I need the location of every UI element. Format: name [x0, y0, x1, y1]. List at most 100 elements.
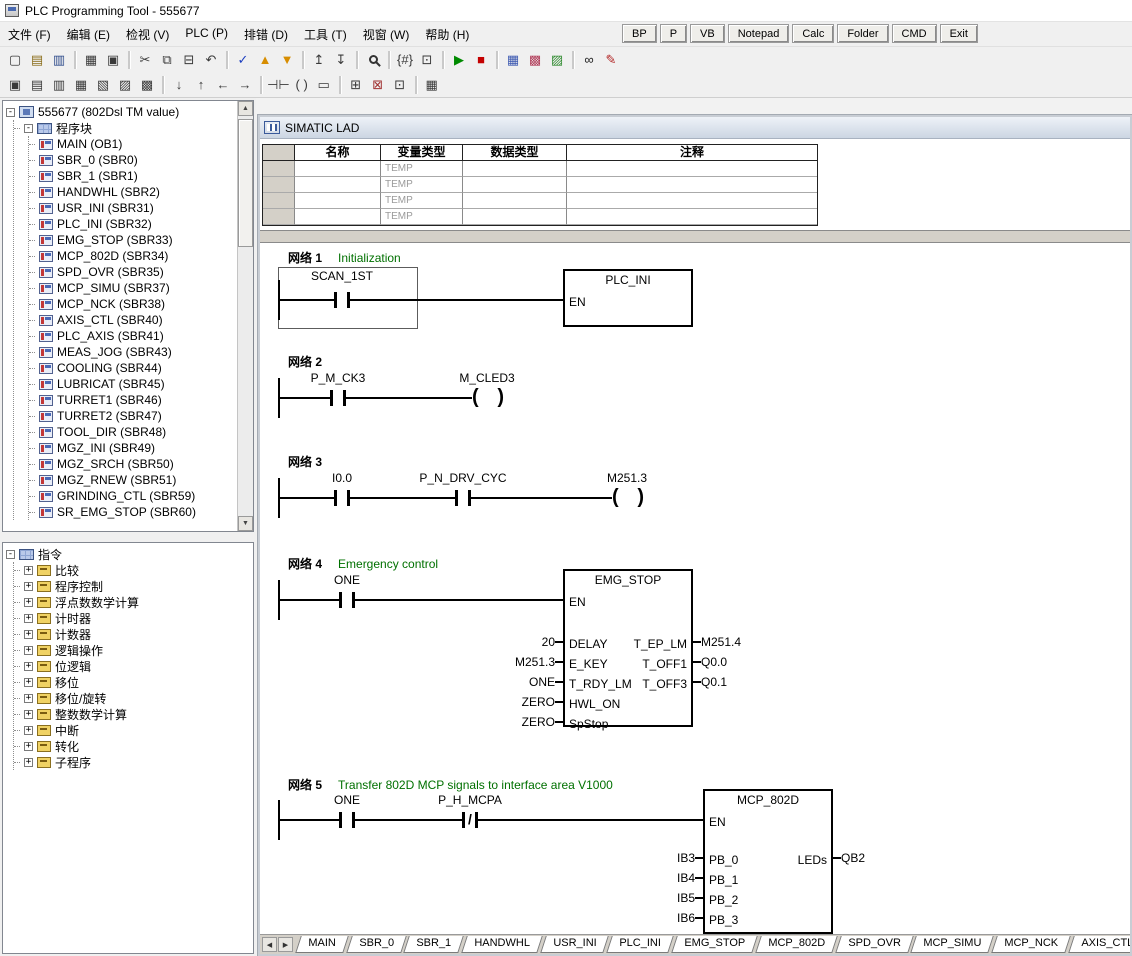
- output-operand[interactable]: Q0.1: [701, 672, 841, 692]
- negated-contact-operand[interactable]: P_H_MCPA: [410, 793, 530, 807]
- input-operand[interactable]: ZERO: [415, 712, 555, 732]
- expand-toggle[interactable]: +: [24, 614, 33, 623]
- symbol-table-icon[interactable]: ▥: [48, 75, 70, 95]
- input-operand[interactable]: IB4: [555, 868, 695, 888]
- menu-item[interactable]: 排错 (D): [236, 23, 296, 46]
- insert-coil-icon[interactable]: ( ): [291, 75, 313, 95]
- menu-item[interactable]: 视窗 (W): [355, 23, 418, 46]
- program-tab[interactable]: SBR_1: [404, 936, 464, 953]
- input-operand[interactable]: ZERO: [415, 692, 555, 712]
- project-tree-scrollbar[interactable]: ▲ ▼: [237, 101, 253, 531]
- quick-launch-button[interactable]: P: [660, 24, 687, 43]
- tree-item-project-root[interactable]: - 555677 (802Dsl TM value): [6, 104, 239, 120]
- sort-descending-icon[interactable]: ↧: [330, 50, 352, 70]
- tree-item-block[interactable]: MEAS_JOG (SBR43): [29, 344, 239, 360]
- tree-item-block[interactable]: HANDWHL (SBR2): [29, 184, 239, 200]
- symbol-info-icon[interactable]: ⊡: [416, 50, 438, 70]
- input-operand[interactable]: 20: [415, 632, 555, 652]
- tree-item-block[interactable]: MAIN (OB1): [29, 136, 239, 152]
- coil[interactable]: [612, 486, 644, 510]
- paste-icon[interactable]: ⊟: [178, 50, 200, 70]
- ladder-status-icon[interactable]: ▦: [502, 50, 524, 70]
- quick-launch-button[interactable]: Calc: [792, 24, 834, 43]
- quick-launch-button[interactable]: VB: [690, 24, 725, 43]
- name-cell[interactable]: [295, 193, 381, 209]
- tree-item-block[interactable]: GRINDING_CTL (SBR59): [29, 488, 239, 504]
- tabs-scroll-right-icon[interactable]: ▶: [278, 937, 293, 952]
- data-status-icon[interactable]: ▨: [546, 50, 568, 70]
- tree-item-block[interactable]: SBR_1 (SBR1): [29, 168, 239, 184]
- menu-item[interactable]: 工具 (T): [296, 23, 355, 46]
- expand-toggle[interactable]: +: [24, 598, 33, 607]
- menu-item[interactable]: PLC (P): [177, 23, 236, 46]
- expand-toggle[interactable]: +: [24, 742, 33, 751]
- coil-operand[interactable]: M_CLED3: [427, 371, 547, 385]
- cut-icon[interactable]: ✂: [134, 50, 156, 70]
- address-icon[interactable]: {#}: [394, 50, 416, 70]
- tree-item-block[interactable]: LUBRICAT (SBR45): [29, 376, 239, 392]
- menu-item[interactable]: 检视 (V): [118, 23, 177, 46]
- expand-toggle[interactable]: +: [24, 678, 33, 687]
- expand-toggle[interactable]: +: [24, 710, 33, 719]
- expand-toggle[interactable]: +: [24, 694, 33, 703]
- contact[interactable]: [334, 292, 350, 308]
- stop-icon[interactable]: ■: [470, 50, 492, 70]
- expand-toggle[interactable]: +: [24, 646, 33, 655]
- contact-operand[interactable]: ONE: [287, 573, 407, 587]
- tree-item-block[interactable]: PLC_INI (SBR32): [29, 216, 239, 232]
- row-selector[interactable]: [263, 177, 295, 193]
- contact[interactable]: [334, 490, 350, 506]
- expand-toggle[interactable]: +: [24, 630, 33, 639]
- tree-item-instructions-root[interactable]: - 指令: [6, 546, 253, 562]
- print-preview-icon[interactable]: ▣: [102, 50, 124, 70]
- menu-item[interactable]: 编辑 (E): [59, 23, 118, 46]
- program-tab[interactable]: AXIS_CTL: [1068, 936, 1130, 953]
- tree-item-instruction-category[interactable]: + 计数器: [14, 626, 253, 642]
- scroll-down-icon[interactable]: ▼: [238, 516, 253, 531]
- tree-item-block[interactable]: AXIS_CTL (SBR40): [29, 312, 239, 328]
- tree-item-block[interactable]: MGZ_RNEW (SBR51): [29, 472, 239, 488]
- quick-launch-button[interactable]: Notepad: [728, 24, 790, 43]
- output-operand[interactable]: M251.4: [701, 632, 841, 652]
- expand-toggle[interactable]: +: [24, 566, 33, 575]
- input-operand[interactable]: M251.3: [415, 652, 555, 672]
- output-operand[interactable]: QB2: [841, 848, 901, 868]
- output-operand[interactable]: Q0.0: [701, 652, 841, 672]
- network-header[interactable]: 网络 5 Transfer 802D MCP signals to interf…: [288, 776, 613, 793]
- quick-launch-button[interactable]: CMD: [892, 24, 937, 43]
- data-type-cell[interactable]: [463, 209, 567, 225]
- tree-item-block[interactable]: COOLING (SBR44): [29, 360, 239, 376]
- row-selector[interactable]: [263, 193, 295, 209]
- line-up-icon[interactable]: ↑: [190, 75, 212, 95]
- cross-reference-icon[interactable]: ▧: [92, 75, 114, 95]
- tree-item-block[interactable]: TOOL_DIR (SBR48): [29, 424, 239, 440]
- contact-operand[interactable]: ONE: [287, 793, 407, 807]
- var-type-cell[interactable]: TEMP: [381, 209, 463, 225]
- network-comment-icon[interactable]: ⊡: [389, 75, 411, 95]
- expand-toggle[interactable]: +: [24, 758, 33, 767]
- undo-icon[interactable]: ↶: [200, 50, 222, 70]
- contact-operand[interactable]: P_N_DRV_CYC: [403, 471, 523, 485]
- tree-item-instruction-category[interactable]: + 比较: [14, 562, 253, 578]
- expand-toggle[interactable]: +: [24, 726, 33, 735]
- insert-contact-icon[interactable]: ⊣⊢: [266, 75, 291, 95]
- download-icon[interactable]: ▼: [276, 50, 298, 70]
- comment-cell[interactable]: [567, 177, 817, 193]
- tree-item-instruction-category[interactable]: + 位逻辑: [14, 658, 253, 674]
- compile-icon[interactable]: ✓: [232, 50, 254, 70]
- program-tab[interactable]: MCP_SIMU: [910, 936, 994, 953]
- insert-box-icon[interactable]: ▭: [313, 75, 335, 95]
- window-nav-icon[interactable]: ▣: [4, 75, 26, 95]
- tree-item-block[interactable]: MGZ_SRCH (SBR50): [29, 456, 239, 472]
- data-type-cell[interactable]: [463, 193, 567, 209]
- write-pen-icon[interactable]: ✎: [600, 50, 622, 70]
- coil-operand[interactable]: M251.3: [567, 471, 687, 485]
- expand-toggle[interactable]: +: [24, 662, 33, 671]
- tree-item-instruction-category[interactable]: + 计时器: [14, 610, 253, 626]
- ladder-editor[interactable]: 网络 1 Initialization SCAN_1ST PLC_INI EN: [260, 243, 1130, 934]
- input-operand[interactable]: IB6: [555, 908, 695, 928]
- quick-launch-button[interactable]: Folder: [837, 24, 888, 43]
- name-cell[interactable]: [295, 177, 381, 193]
- program-status-glasses-icon[interactable]: ∞: [578, 50, 600, 70]
- tree-item-instruction-category[interactable]: + 程序控制: [14, 578, 253, 594]
